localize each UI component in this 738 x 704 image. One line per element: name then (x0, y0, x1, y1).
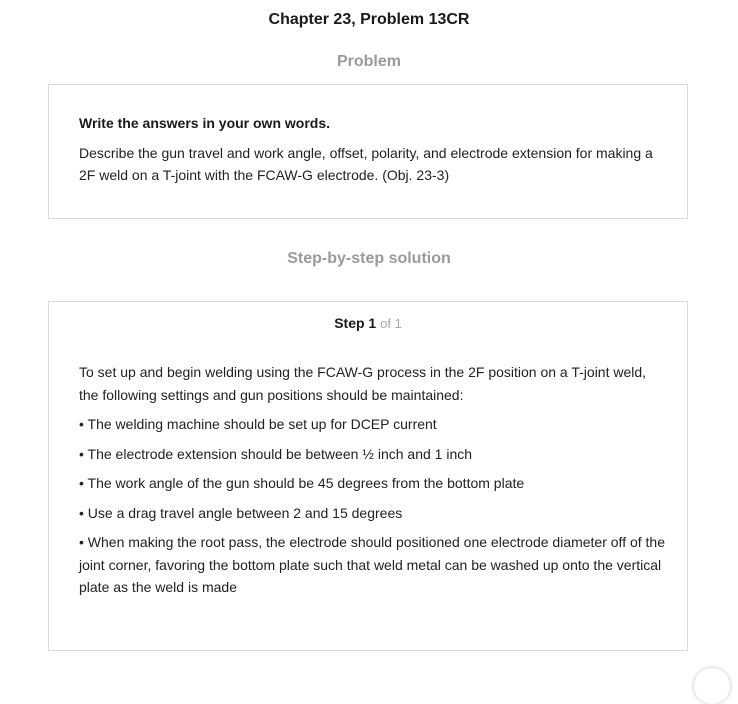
solution-card: Step 1 of 1 To set up and begin welding … (48, 301, 688, 651)
solution-item: • The electrode extension should be betw… (79, 445, 473, 462)
floating-action-button[interactable] (694, 668, 730, 704)
step-total: of 1 (380, 316, 402, 331)
problem-instruction: Write the answers in your own words. (79, 115, 331, 131)
solution-body: To set up and begin welding using the FC… (79, 361, 669, 606)
step-word: Step (334, 315, 365, 331)
solution-item: • Use a drag travel angle between 2 and … (79, 504, 403, 521)
problem-card: Write the answers in your own words. Des… (48, 84, 688, 219)
solution-item: • When making the root pass, the electro… (79, 534, 666, 595)
step-indicator: Step 1 of 1 (49, 315, 687, 331)
problem-question: Describe the gun travel and work angle, … (79, 145, 653, 183)
solution-heading: Step-by-step solution (287, 250, 451, 267)
step-number: 1 (368, 315, 377, 331)
solution-item: • The work angle of the gun should be 45… (79, 475, 525, 491)
solution-intro: To set up and begin welding using the FC… (79, 364, 647, 403)
page-title: Chapter 23, Problem 13CR (268, 11, 470, 28)
problem-heading: Problem (336, 53, 401, 70)
solution-item: • The welding machine should be set up f… (79, 416, 437, 432)
